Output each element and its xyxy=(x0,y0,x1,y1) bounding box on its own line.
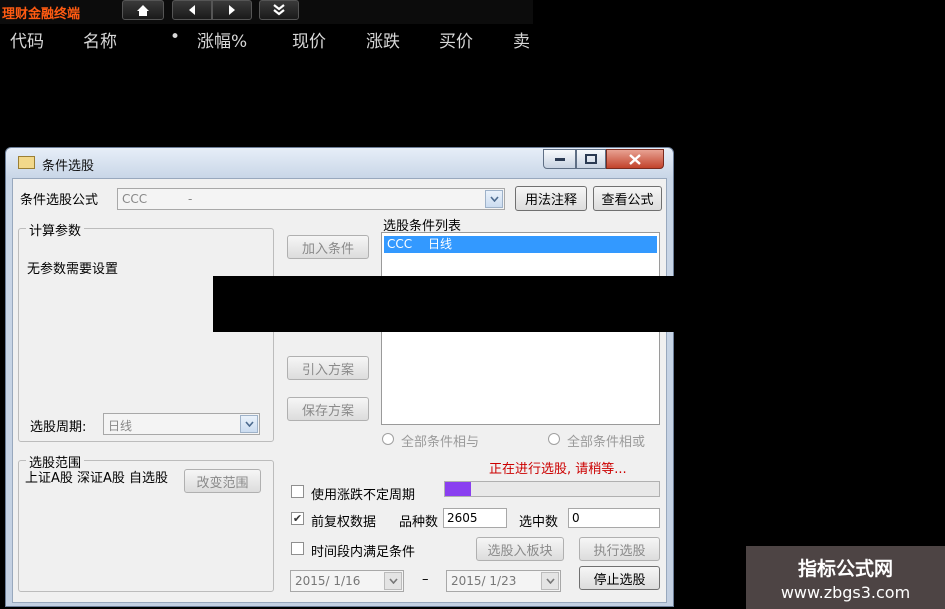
change-scope-button[interactable]: 改变范围 xyxy=(184,469,261,493)
home-icon xyxy=(137,4,149,16)
date-range-dash: – xyxy=(422,572,429,587)
formula-value: CCC xyxy=(122,192,148,206)
list-item[interactable]: CCC 日线 xyxy=(384,236,657,253)
column-code[interactable]: 代码 xyxy=(10,27,44,52)
column-dot: • xyxy=(170,27,181,47)
variety-count-label: 品种数 xyxy=(399,515,439,530)
selected-count-field: 0 xyxy=(568,508,660,528)
params-group-title: 计算参数 xyxy=(26,220,85,239)
watermark-title: 指标公式网 xyxy=(797,558,893,580)
scope-text: 上证A股 深证A股 自选股 xyxy=(25,471,169,486)
stock-screener-dialog: 条件选股 条件选股公式 CCC - 用法注释 查看公式 计算参数 无参数需要设置… xyxy=(5,147,674,607)
stop-screening-button[interactable]: 停止选股 xyxy=(579,566,660,590)
scope-group-title: 选股范围 xyxy=(26,452,85,471)
uncertain-period-checkbox[interactable] xyxy=(291,485,304,498)
forward-button[interactable] xyxy=(212,0,252,20)
watermark-url: www.zbgs3.com xyxy=(780,583,911,602)
close-icon xyxy=(629,153,641,165)
period-value: 日线 xyxy=(108,419,133,433)
double-chevron-down-icon xyxy=(273,4,285,16)
execute-screening-button[interactable]: 执行选股 xyxy=(579,537,660,561)
formula-dash: - xyxy=(188,192,193,206)
column-name[interactable]: 名称 xyxy=(83,27,117,52)
progress-fill xyxy=(445,482,471,496)
column-ask[interactable]: 卖 xyxy=(513,27,530,52)
time-condition-label: 时间段内满足条件 xyxy=(311,545,416,560)
chevron-down-icon xyxy=(485,190,503,208)
period-label: 选股周期: xyxy=(30,420,87,435)
radio-or-label: 全部条件相或 xyxy=(567,435,646,450)
formula-label: 条件选股公式 xyxy=(20,193,99,208)
formula-select[interactable]: CCC - xyxy=(117,188,505,210)
adjusted-data-label: 前复权数据 xyxy=(311,515,377,530)
save-plan-button[interactable]: 保存方案 xyxy=(287,397,369,421)
start-date-value: 2015/ 1/16 xyxy=(295,574,361,588)
maximize-icon xyxy=(585,154,597,164)
radio-and-label: 全部条件相与 xyxy=(401,435,480,450)
expand-button[interactable] xyxy=(259,0,299,20)
uncertain-period-label: 使用涨跌不定周期 xyxy=(311,488,416,503)
dialog-body: 条件选股公式 CCC - 用法注释 查看公式 计算参数 无参数需要设置 选股周期… xyxy=(12,178,667,603)
close-button[interactable] xyxy=(606,149,664,169)
progress-bar xyxy=(444,481,660,497)
import-plan-button[interactable]: 引入方案 xyxy=(287,356,369,380)
minimize-icon xyxy=(554,158,565,161)
folder-icon xyxy=(18,156,35,169)
radio-or[interactable] xyxy=(548,433,560,445)
watermark: 指标公式网 www.zbgs3.com xyxy=(746,546,945,609)
add-to-block-button[interactable]: 选股入板块 xyxy=(476,537,564,561)
app-title: 理财金融终端 xyxy=(2,7,81,22)
back-button[interactable] xyxy=(172,0,212,20)
dialog-title: 条件选股 xyxy=(42,159,95,174)
chevron-down-icon xyxy=(384,572,402,590)
maximize-button[interactable] xyxy=(576,149,606,169)
home-button[interactable] xyxy=(122,0,164,20)
start-date-picker[interactable]: 2015/ 1/16 xyxy=(290,570,404,592)
usage-notes-button[interactable]: 用法注释 xyxy=(515,186,587,211)
condition-period: 日线 xyxy=(427,237,452,251)
column-change-percent[interactable]: 涨幅% xyxy=(197,27,247,52)
period-select[interactable]: 日线 xyxy=(103,413,260,435)
column-change[interactable]: 涨跌 xyxy=(366,27,400,52)
arrow-right-icon xyxy=(229,5,235,15)
time-condition-checkbox[interactable] xyxy=(291,542,304,555)
adjusted-data-checkbox[interactable]: ✔ xyxy=(291,512,304,525)
redaction-bar xyxy=(213,276,674,332)
add-condition-button[interactable]: 加入条件 xyxy=(287,235,369,259)
arrow-left-icon xyxy=(189,5,195,15)
chevron-down-icon xyxy=(541,572,559,590)
condition-name: CCC xyxy=(387,237,413,251)
chevron-down-icon xyxy=(240,415,258,433)
column-price[interactable]: 现价 xyxy=(292,27,326,52)
status-text: 正在进行选股, 请稍等... xyxy=(489,462,627,477)
end-date-value: 2015/ 1/23 xyxy=(451,574,517,588)
radio-and[interactable] xyxy=(382,433,394,445)
column-bid[interactable]: 买价 xyxy=(439,27,473,52)
minimize-button[interactable] xyxy=(543,149,576,169)
end-date-picker[interactable]: 2015/ 1/23 xyxy=(446,570,561,592)
selected-count-label: 选中数 xyxy=(519,515,559,530)
view-formula-button[interactable]: 查看公式 xyxy=(593,186,662,211)
variety-count-field: 2605 xyxy=(443,508,507,528)
params-text: 无参数需要设置 xyxy=(27,262,119,277)
